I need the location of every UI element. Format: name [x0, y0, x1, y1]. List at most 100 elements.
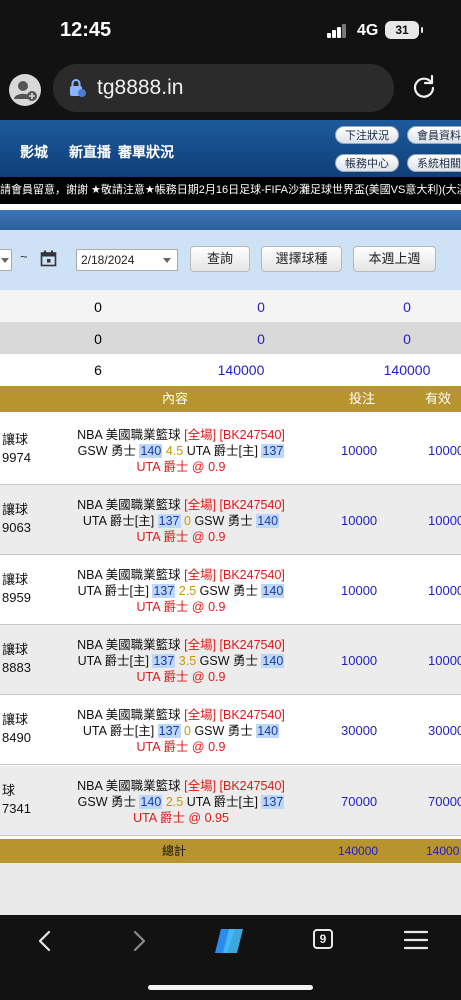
handicap: 4.5	[165, 444, 184, 458]
end-date-select[interactable]: 2/18/2024	[76, 249, 178, 271]
valid-amount: 70000	[428, 794, 461, 809]
bet-content: NBA 美國職業籃球 [全場] [BK247540] GSW 勇士 140 4.5…	[56, 427, 306, 475]
bet-id: 9063	[2, 520, 31, 535]
summary-row: 0 0 0	[0, 322, 461, 356]
bet-type-cell: 讓球 9063	[2, 501, 31, 537]
team-2-score: 140	[256, 724, 280, 738]
bet-amount: 10000	[341, 583, 378, 598]
team-1-score: 140	[139, 444, 163, 458]
summary-valid[interactable]: 140000	[352, 354, 461, 386]
week-toggle-button[interactable]: 本週上週	[353, 246, 436, 272]
member-info-button[interactable]: 會員資料	[407, 126, 461, 144]
network-type: 4G	[357, 22, 379, 39]
at-sign: @	[191, 600, 205, 614]
announcement-text: 請會員留意，謝謝 ★敬請注意★帳務日期2月16日足球-FIFA沙灘足球世界盃(美…	[0, 184, 461, 196]
bet-content: NBA 美國職業籃球 [全場] [BK247540] GSW 勇士 140 2.5…	[56, 778, 306, 826]
bet-league-line: NBA 美國職業籃球 [全場] [BK247540]	[56, 707, 306, 723]
total-bet: 140000	[338, 844, 379, 858]
bet-odds: 0.9	[208, 740, 226, 754]
valid-amount: 10000	[428, 653, 461, 668]
browser-address-area: tg8888.in	[0, 56, 461, 120]
match-code: [BK247540]	[219, 428, 285, 442]
bet-pick: UTA 爵士	[133, 811, 185, 825]
handicap: 0	[184, 514, 191, 528]
bet-league-line: NBA 美國職業籃球 [全場] [BK247540]	[56, 427, 306, 443]
bet-pick-line: UTA 爵士 @ 0.9	[56, 739, 306, 755]
team-1: UTA 爵士[主]	[82, 724, 155, 738]
bet-pick-line: UTA 爵士 @ 0.9	[56, 459, 306, 475]
team-1-score: 137	[152, 584, 176, 598]
bet-row: 讓球 9974 NBA 美國職業籃球 [全場] [BK247540] GSW 勇士 1…	[0, 415, 461, 485]
bet-type-cell: 讓球 8883	[2, 641, 31, 677]
bet-period: [全場]	[184, 498, 217, 512]
bet-status-button[interactable]: 下注狀況	[335, 126, 399, 144]
bet-match-line: UTA 爵士[主] 137 2.5 GSW 勇士 140	[56, 583, 306, 599]
page-footer-area	[0, 863, 461, 915]
bet-odds: 0.9	[208, 530, 226, 544]
at-sign: @	[191, 670, 205, 684]
announcement-marquee: 請會員留意，謝謝 ★敬請注意★帳務日期2月16日足球-FIFA沙灘足球世界盃(美…	[0, 177, 461, 204]
summary-count: 0	[94, 299, 102, 315]
bet-league-line: NBA 美國職業籃球 [全場] [BK247540]	[56, 637, 306, 653]
bet-odds: 0.95	[204, 811, 229, 825]
summary-row: 0 0 0	[0, 290, 461, 324]
bet-amount: 70000	[341, 794, 378, 809]
bet-type-cell: 球 7341	[2, 782, 31, 818]
calendar-icon[interactable]	[40, 250, 57, 267]
profile-icon[interactable]	[9, 74, 41, 106]
summary-valid[interactable]: 0	[352, 322, 461, 356]
match-code: [BK247540]	[219, 498, 285, 512]
at-sign: @	[191, 530, 205, 544]
nav-audit-status[interactable]: 審單狀況	[118, 142, 174, 162]
address-bar[interactable]: tg8888.in	[53, 64, 394, 112]
bet-type-cell: 讓球 8490	[2, 711, 31, 747]
bet-row: 球 7341 NBA 美國職業籃球 [全場] [BK247540] GSW 勇士 14…	[0, 766, 461, 836]
bet-odds: 0.9	[208, 670, 226, 684]
summary-valid[interactable]: 0	[352, 290, 461, 324]
bet-content: NBA 美國職業籃球 [全場] [BK247540] UTA 爵士[主] 137 …	[56, 497, 306, 545]
summary-bet[interactable]: 140000	[186, 354, 296, 386]
bets-table-header: 內容 投注 有效投	[0, 386, 461, 432]
team-1: GSW 勇士	[77, 795, 136, 809]
bet-type: 讓球	[2, 712, 29, 727]
filter-bar: ~ 2/18/2024 查詢 選擇球種 本週上週	[0, 230, 461, 290]
match-code: [BK247540]	[219, 638, 285, 652]
bet-id: 8883	[2, 660, 31, 675]
summary-row: 6 140000 140000	[0, 354, 461, 386]
query-button[interactable]: 查詢	[190, 246, 250, 272]
team-1-score: 140	[139, 795, 163, 809]
back-icon[interactable]	[36, 930, 54, 952]
nav-cinema[interactable]: 影城	[20, 142, 48, 162]
bet-type: 讓球	[2, 432, 29, 447]
nav-live[interactable]: 新直播	[69, 142, 111, 162]
account-center-button[interactable]: 帳務中心	[335, 154, 399, 172]
team-2-score: 140	[261, 584, 285, 598]
system-button[interactable]: 系統相關	[407, 154, 461, 172]
site-security-icon[interactable]	[67, 78, 87, 98]
summary-bet[interactable]: 0	[206, 322, 316, 356]
bet-amount: 10000	[341, 443, 378, 458]
total-valid: 14000	[426, 844, 460, 858]
select-sport-button[interactable]: 選擇球種	[261, 246, 342, 272]
start-date-select[interactable]	[0, 249, 12, 271]
forward-icon[interactable]	[130, 930, 148, 952]
team-1-score: 137	[152, 654, 176, 668]
league-name: NBA 美國職業籃球	[77, 568, 181, 582]
bet-period: [全場]	[184, 568, 217, 582]
copilot-icon[interactable]	[213, 925, 249, 957]
section-title-bar	[0, 210, 461, 230]
reload-icon[interactable]	[410, 73, 438, 101]
menu-icon[interactable]	[404, 930, 428, 950]
team-2-score: 137	[261, 444, 285, 458]
match-code: [BK247540]	[219, 708, 285, 722]
summary-count: 0	[94, 331, 102, 347]
bet-pick: UTA 爵士	[136, 670, 189, 684]
team-2: GSW 勇士	[199, 654, 258, 668]
bet-row: 讓球 8883 NBA 美國職業籃球 [全場] [BK247540] UTA 爵士[主…	[0, 625, 461, 695]
tabs-icon[interactable]: 9	[313, 929, 333, 949]
summary-bet[interactable]: 0	[206, 290, 316, 324]
summary-count: 6	[94, 362, 102, 378]
home-indicator[interactable]	[148, 985, 313, 990]
team-1: GSW 勇士	[77, 444, 136, 458]
bet-amount: 10000	[341, 513, 378, 528]
